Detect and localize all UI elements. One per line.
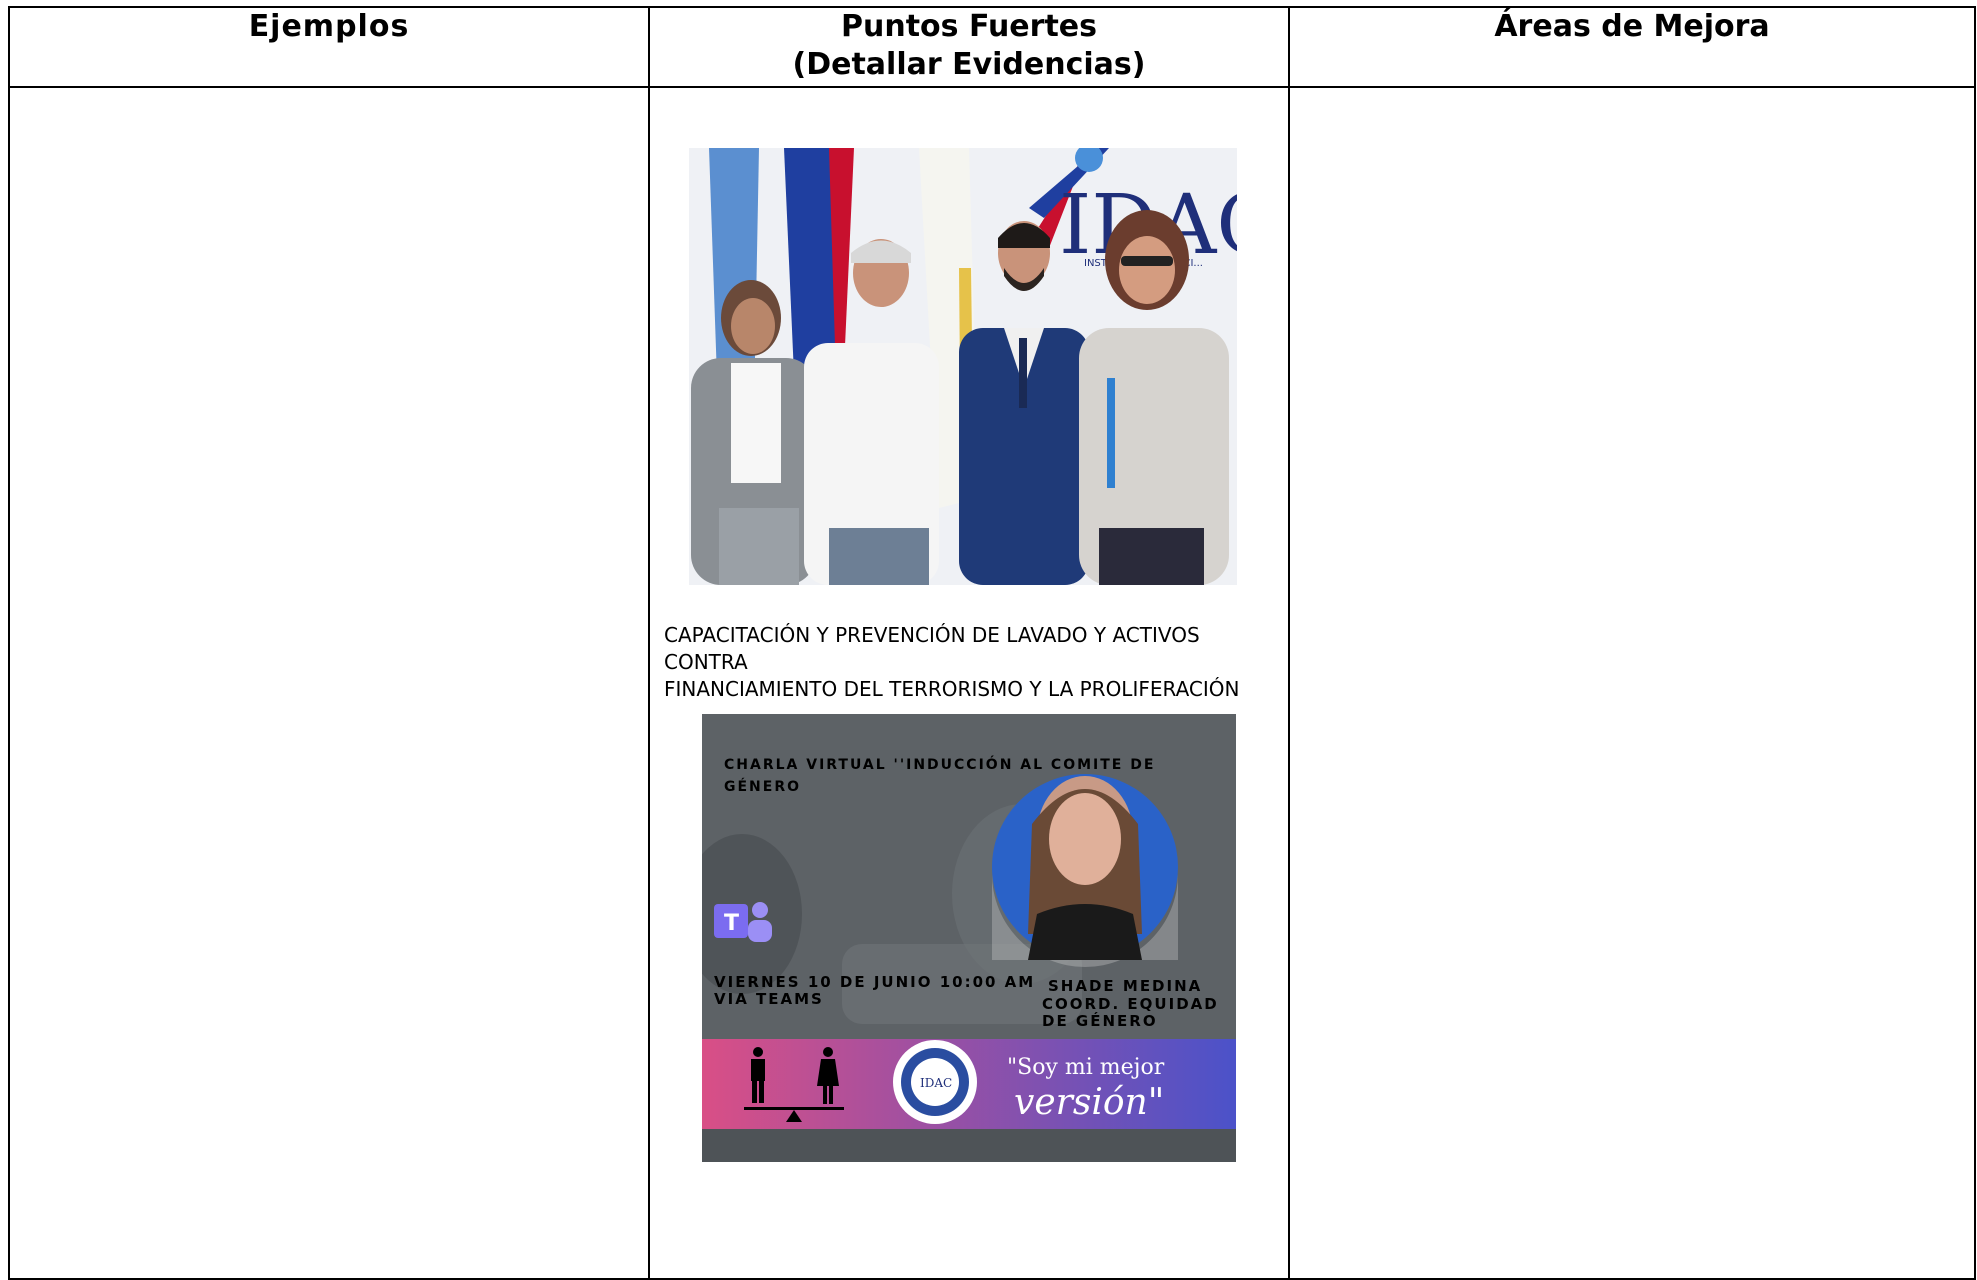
poster-speaker-line2: COORD. EQUIDAD bbox=[1042, 995, 1219, 1013]
header-examples: Ejemplos bbox=[8, 6, 650, 88]
poster-slogan-line2: versión" bbox=[1014, 1082, 1164, 1123]
group-photo-illustration: IDAC INSTITUTO D... AVIACI... bbox=[689, 148, 1237, 585]
evidence-caption-line2: FINANCIAMIENTO DEL TERRORISMO Y LA PROLI… bbox=[664, 677, 1240, 701]
header-strengths: Puntos Fuertes (Detallar Evidencias) bbox=[648, 6, 1290, 88]
group-photo: IDAC INSTITUTO D... AVIACI... bbox=[689, 148, 1237, 585]
svg-text:T: T bbox=[724, 911, 739, 936]
poster-slogan-line1: "Soy mi mejor bbox=[1007, 1055, 1165, 1080]
poster-date-line2: VIA TEAMS bbox=[714, 990, 824, 1008]
event-poster-illustration: T IDAC CHARLA VIRTUAL ''INDUCCIÓN AL COM… bbox=[702, 714, 1236, 1162]
seal-text: IDAC bbox=[920, 1076, 952, 1090]
header-strengths-line2: (Detallar Evidencias) bbox=[792, 47, 1146, 82]
poster-title-line1: CHARLA VIRTUAL ''INDUCCIÓN AL COMITE DE bbox=[724, 755, 1155, 773]
header-improvement-areas: Áreas de Mejora bbox=[1288, 6, 1976, 88]
examples-cell bbox=[8, 86, 650, 1280]
evidence-caption: CAPACITACIÓN Y PREVENCIÓN DE LAVADO Y AC… bbox=[664, 622, 1284, 703]
header-strengths-line1: Puntos Fuertes bbox=[841, 9, 1097, 44]
content-row: IDAC INSTITUTO D... AVIACI... bbox=[8, 86, 1976, 1280]
event-poster: T IDAC CHARLA VIRTUAL ''INDUCCIÓN AL COM… bbox=[702, 714, 1236, 1162]
evaluation-table: Ejemplos Puntos Fuertes (Detallar Eviden… bbox=[8, 6, 1976, 1280]
poster-speaker-line1: SHADE MEDINA bbox=[1048, 977, 1202, 995]
improvement-cell bbox=[1288, 86, 1976, 1280]
poster-date-line1: VIERNES 10 DE JUNIO 10:00 AM bbox=[714, 973, 1035, 991]
poster-speaker-line3: DE GÉNERO bbox=[1042, 1011, 1158, 1030]
header-row: Ejemplos Puntos Fuertes (Detallar Eviden… bbox=[8, 6, 1976, 88]
strengths-cell: IDAC INSTITUTO D... AVIACI... bbox=[648, 86, 1290, 1280]
poster-title-line2: GÉNERO bbox=[724, 778, 801, 795]
evidence-caption-line1: CAPACITACIÓN Y PREVENCIÓN DE LAVADO Y AC… bbox=[664, 623, 1200, 674]
